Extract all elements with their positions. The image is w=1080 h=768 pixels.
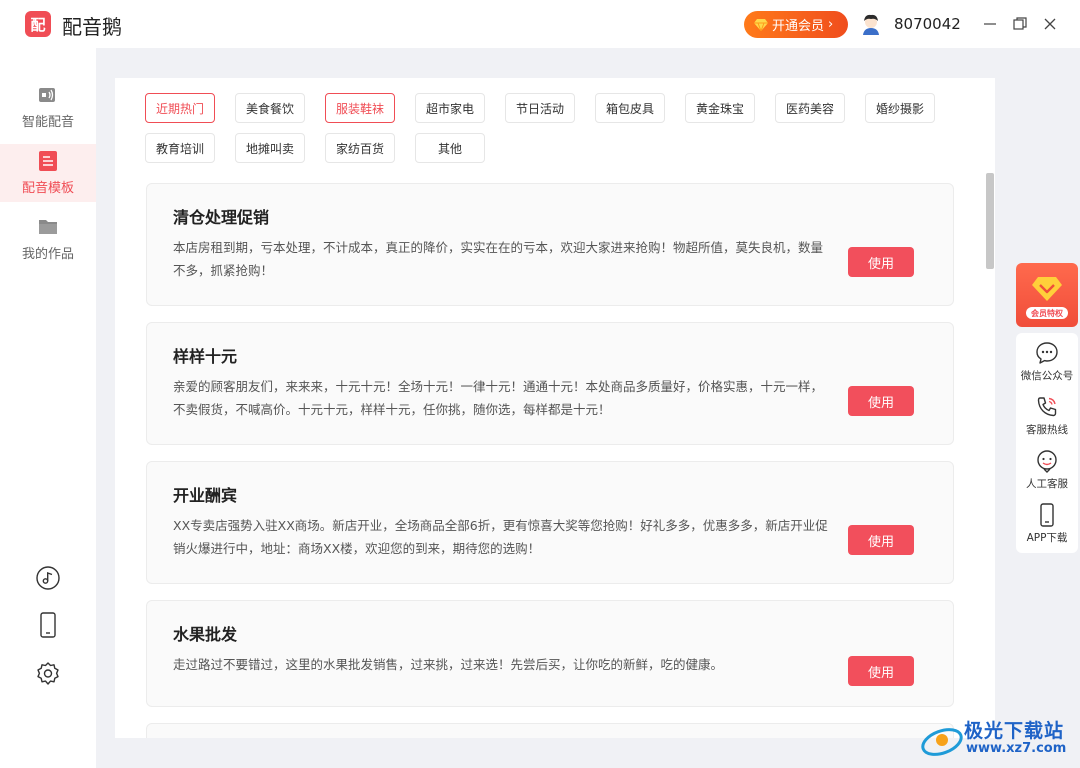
service-label: 微信公众号 bbox=[1020, 370, 1074, 382]
template-icon bbox=[39, 150, 57, 171]
maximize-button[interactable] bbox=[1010, 14, 1030, 34]
tag-clothing[interactable]: 服装鞋袜 bbox=[325, 93, 395, 123]
tag-luggage[interactable]: 箱包皮具 bbox=[595, 93, 665, 123]
use-template-button[interactable]: 使用 bbox=[848, 386, 914, 416]
template-card: 开业酬宾 XX专卖店强势入驻XX商场。新店开业，全场商品全部6折，更有惊喜大奖等… bbox=[146, 461, 954, 584]
vip-privilege-label: 会员特权 bbox=[1026, 307, 1068, 319]
sidebar-item-smart-dubbing[interactable]: 智能配音 bbox=[0, 78, 96, 136]
phone-icon[interactable] bbox=[35, 612, 61, 638]
user-avatar[interactable] bbox=[860, 13, 882, 35]
template-description: 本店房租到期，亏本处理，不计成本，真正的降价，实实在在的亏本，欢迎大家进来抢购！… bbox=[173, 240, 824, 278]
service-label: 人工客服 bbox=[1026, 478, 1068, 490]
close-icon bbox=[1044, 18, 1056, 30]
tag-supermarket[interactable]: 超市家电 bbox=[415, 93, 485, 123]
restore-icon bbox=[1013, 17, 1027, 30]
service-list: 微信公众号 客服热线 人工客服 APP下载 bbox=[1016, 333, 1078, 553]
template-panel: 近期热门 美食餐饮 服装鞋袜 超市家电 节日活动 箱包皮具 黄金珠宝 医药美容 … bbox=[115, 78, 995, 738]
use-template-button[interactable]: 使用 bbox=[848, 525, 914, 555]
template-title: 清仓处理促销 bbox=[173, 208, 270, 227]
template-card: 清仓处理促销 本店房租到期，亏本处理，不计成本，真正的降价，实实在在的亏本，欢迎… bbox=[146, 183, 954, 306]
diamond-icon bbox=[754, 18, 768, 31]
chevron-right-icon: › bbox=[828, 17, 834, 32]
use-template-button[interactable]: 使用 bbox=[848, 656, 914, 686]
sidebar-item-label: 配音模板 bbox=[21, 180, 74, 196]
title-bar: 配 配音鹅 开通会员 › 8070042 bbox=[0, 0, 1080, 48]
service-label: 客服热线 bbox=[1026, 424, 1068, 436]
music-icon[interactable] bbox=[35, 565, 61, 591]
watermark-url: www.xz7.com bbox=[966, 741, 1067, 756]
template-description: XX专卖店强势入驻XX商场。新店开业，全场商品全部6折，更有惊喜大奖等您抢购！好… bbox=[173, 518, 828, 556]
chat-icon bbox=[1037, 450, 1057, 473]
tag-jewelry[interactable]: 黄金珠宝 bbox=[685, 93, 755, 123]
service-label: APP下载 bbox=[1026, 532, 1068, 544]
tag-food[interactable]: 美食餐饮 bbox=[235, 93, 305, 123]
open-vip-label: 开通会员 bbox=[772, 19, 825, 34]
sidebar-item-label: 我的作品 bbox=[21, 246, 74, 262]
app-logo: 配 bbox=[25, 11, 51, 37]
service-item-wechat[interactable]: 微信公众号 bbox=[1016, 341, 1078, 393]
wechat-icon bbox=[1036, 342, 1058, 364]
template-card bbox=[146, 723, 954, 738]
voice-icon bbox=[39, 87, 55, 102]
tag-recent-hot[interactable]: 近期热门 bbox=[145, 93, 215, 123]
sidebar-item-dubbing-template[interactable]: 配音模板 bbox=[0, 144, 96, 202]
tag-home-textile[interactable]: 家纺百货 bbox=[325, 133, 395, 163]
diamond-icon bbox=[1032, 277, 1062, 301]
close-button[interactable] bbox=[1040, 14, 1060, 34]
template-title: 开业酬宾 bbox=[173, 486, 238, 505]
service-item-customer-service[interactable]: 人工客服 bbox=[1016, 449, 1078, 501]
sidebar-item-label: 智能配音 bbox=[21, 114, 74, 130]
mobile-icon bbox=[1040, 503, 1054, 527]
use-template-button[interactable]: 使用 bbox=[848, 247, 914, 277]
template-card: 样样十元 亲爱的顾客朋友们，来来来，十元十元！全场十元！一律十元！通通十元！本处… bbox=[146, 322, 954, 445]
app-title: 配音鹅 bbox=[62, 15, 122, 39]
template-description: 走过路过不要错过，这里的水果批发销售，过来挑，过来选！先尝后买，让你吃的新鲜，吃… bbox=[173, 657, 724, 672]
hotline-icon bbox=[1037, 397, 1057, 417]
tag-street-stall[interactable]: 地摊叫卖 bbox=[235, 133, 305, 163]
tag-wedding-photo[interactable]: 婚纱摄影 bbox=[865, 93, 935, 123]
tag-festival[interactable]: 节日活动 bbox=[505, 93, 575, 123]
service-item-app-download[interactable]: APP下载 bbox=[1016, 503, 1078, 555]
tag-medical-beauty[interactable]: 医药美容 bbox=[775, 93, 845, 123]
tag-education[interactable]: 教育培训 bbox=[145, 133, 215, 163]
settings-icon[interactable] bbox=[35, 661, 61, 687]
template-card: 水果批发 走过路过不要错过，这里的水果批发销售，过来挑，过来选！先尝后买，让你吃… bbox=[146, 600, 954, 707]
open-vip-button[interactable]: 开通会员 › bbox=[744, 11, 848, 38]
user-id[interactable]: 8070042 bbox=[894, 15, 961, 33]
minimize-icon bbox=[984, 23, 996, 25]
left-sidebar: 智能配音 配音模板 我的作品 bbox=[0, 48, 96, 768]
scrollbar-thumb[interactable] bbox=[986, 173, 994, 269]
sidebar-item-my-works[interactable]: 我的作品 bbox=[0, 210, 96, 268]
template-description: 亲爱的顾客朋友们，来来来，十元十元！全场十元！一律十元！通通十元！本处商品多质量… bbox=[173, 379, 824, 417]
folder-icon bbox=[39, 219, 57, 234]
minimize-button[interactable] bbox=[980, 14, 1000, 34]
tag-other[interactable]: 其他 bbox=[415, 133, 485, 163]
vip-privilege-button[interactable]: 会员特权 bbox=[1016, 263, 1078, 327]
template-title: 水果批发 bbox=[173, 625, 238, 644]
watermark-title: 极光下载站 bbox=[964, 720, 1065, 742]
service-item-hotline[interactable]: 客服热线 bbox=[1016, 395, 1078, 447]
template-title: 样样十元 bbox=[173, 347, 238, 366]
